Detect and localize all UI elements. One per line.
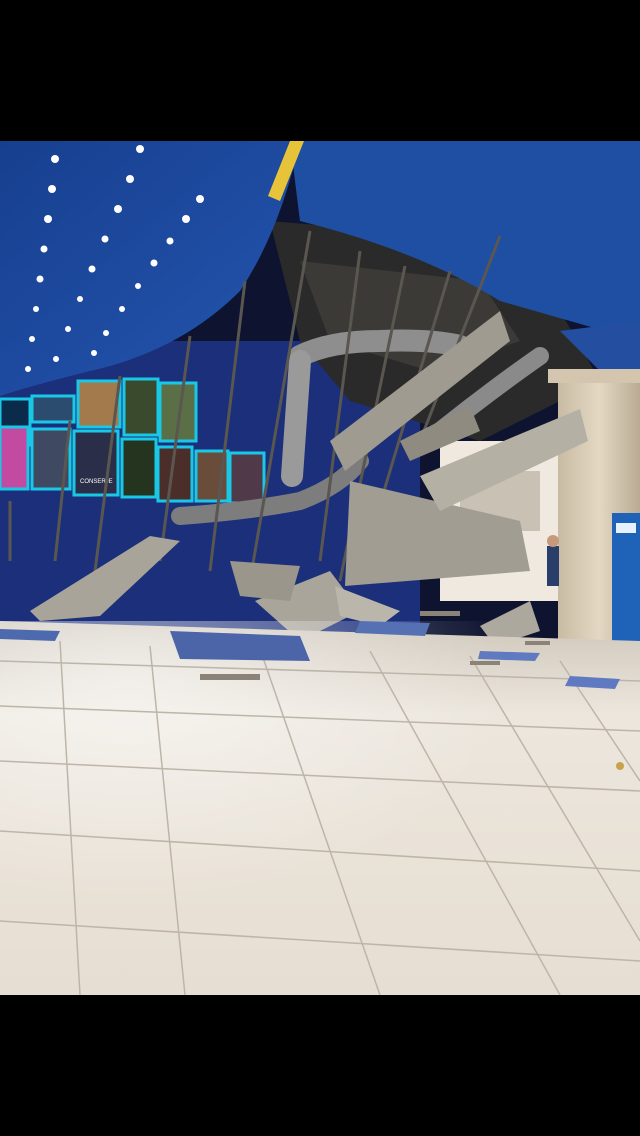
duct-vertical [281,350,311,487]
letterbox-bottom [0,995,640,1136]
photo-scene: CONSERJE [0,141,640,995]
column-capital [548,369,640,383]
photo: CONSERJE [0,141,640,995]
sign-mark [616,523,636,533]
floor-shine [0,621,640,995]
letterbox-top [0,0,640,141]
person-background [547,535,559,586]
photo-frame: CONSERJE [0,0,640,1136]
